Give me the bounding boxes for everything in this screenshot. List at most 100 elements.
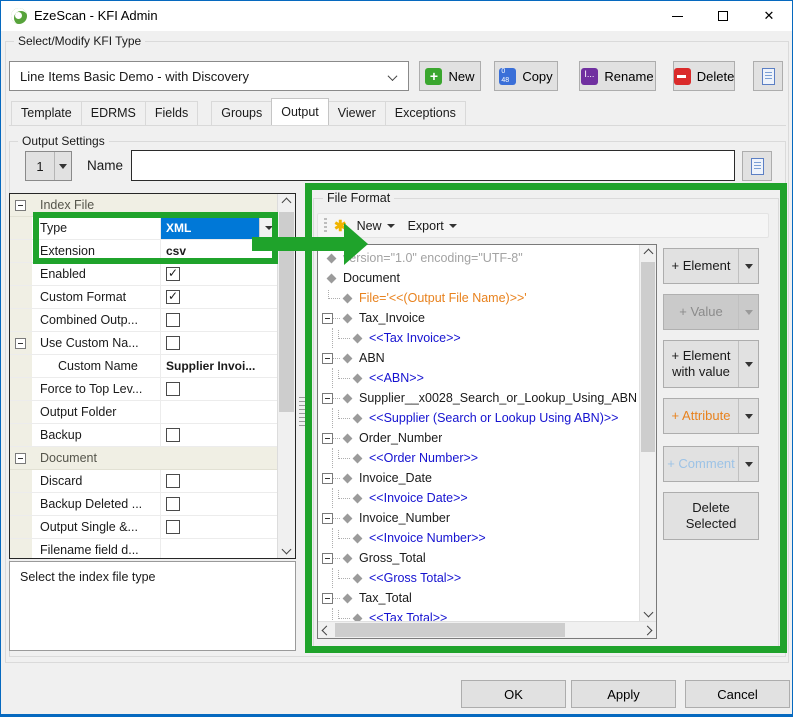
scroll-up-icon[interactable] bbox=[278, 194, 295, 211]
property-row-backup-deleted[interactable]: Backup Deleted ... bbox=[10, 493, 277, 516]
new-kfi-button[interactable]: New bbox=[419, 61, 481, 91]
cancel-button[interactable]: Cancel bbox=[685, 680, 790, 708]
ok-button[interactable]: OK bbox=[461, 680, 566, 708]
kfi-type-dropdown[interactable]: Line Items Basic Demo - with Discovery bbox=[9, 61, 409, 91]
tree-node-abn[interactable]: ABN bbox=[322, 348, 638, 368]
property-value[interactable] bbox=[160, 332, 277, 354]
tree-node-tax-total[interactable]: Tax_Total bbox=[322, 588, 638, 608]
tree-node-invoice-date[interactable]: Invoice_Date bbox=[322, 468, 638, 488]
collapse-icon[interactable] bbox=[15, 453, 26, 464]
property-row-combined-outp[interactable]: Combined Outp... bbox=[10, 309, 277, 332]
property-value[interactable] bbox=[160, 516, 277, 538]
copy-kfi-button[interactable]: Copy bbox=[494, 61, 558, 91]
tree-export-menu-button[interactable]: Export bbox=[405, 217, 460, 235]
scrollbar-thumb[interactable] bbox=[279, 212, 294, 412]
property-value[interactable] bbox=[160, 539, 277, 559]
tree-node-document[interactable]: Document bbox=[322, 268, 638, 288]
panel-splitter-grip[interactable] bbox=[299, 397, 307, 429]
property-value[interactable]: csv bbox=[160, 240, 277, 262]
tree-node-order-number[interactable]: Order_Number bbox=[322, 428, 638, 448]
property-row-custom-format[interactable]: Custom Format bbox=[10, 286, 277, 309]
property-row-output-folder[interactable]: Output Folder bbox=[10, 401, 277, 424]
rename-kfi-button[interactable]: Rename bbox=[579, 61, 656, 91]
tree-node-gross-total[interactable]: Gross_Total bbox=[322, 548, 638, 568]
element-with-value-button[interactable]: + Element with value bbox=[663, 340, 759, 388]
name-input[interactable] bbox=[131, 150, 735, 181]
checkbox-unchecked[interactable] bbox=[166, 428, 180, 442]
property-section-index-file[interactable]: Index File bbox=[10, 194, 277, 217]
property-value[interactable] bbox=[160, 493, 277, 515]
scrollbar-thumb[interactable] bbox=[335, 623, 565, 637]
tab-exceptions[interactable]: Exceptions bbox=[385, 101, 466, 125]
scroll-left-icon[interactable] bbox=[318, 622, 335, 638]
property-row-enabled[interactable]: Enabled bbox=[10, 263, 277, 286]
tree-node-order-number[interactable]: <<Order Number>> bbox=[322, 448, 638, 468]
collapse-icon[interactable] bbox=[322, 593, 333, 604]
kfi-notes-button[interactable] bbox=[753, 61, 783, 91]
collapse-icon[interactable] bbox=[322, 313, 333, 324]
scroll-right-icon[interactable] bbox=[639, 622, 656, 638]
collapse-icon[interactable] bbox=[15, 338, 26, 349]
tree-node-file-output-file-name[interactable]: File='<<(Output File Name)>>' bbox=[322, 288, 638, 308]
property-row-type[interactable]: TypeXML bbox=[10, 217, 277, 240]
property-grid-scrollbar[interactable] bbox=[277, 194, 295, 558]
collapse-icon[interactable] bbox=[15, 200, 26, 211]
collapse-icon[interactable] bbox=[322, 513, 333, 524]
delete-selected-button[interactable]: Delete Selected bbox=[663, 492, 759, 540]
collapse-icon[interactable] bbox=[322, 473, 333, 484]
tree-node-version-1-0-encoding-utf-8[interactable]: version="1.0" encoding="UTF-8" bbox=[322, 248, 638, 268]
output-number-dropdown[interactable]: 1 bbox=[25, 151, 72, 181]
property-row-discard[interactable]: Discard bbox=[10, 470, 277, 493]
button-dropdown-part[interactable] bbox=[738, 249, 758, 283]
checkbox-unchecked[interactable] bbox=[166, 313, 180, 327]
scroll-down-icon[interactable] bbox=[640, 604, 656, 621]
property-row-filename-field-d[interactable]: Filename field d... bbox=[10, 539, 277, 559]
tree-vertical-scrollbar[interactable] bbox=[639, 245, 656, 621]
checkbox-unchecked[interactable] bbox=[166, 497, 180, 511]
scroll-down-icon[interactable] bbox=[278, 541, 295, 558]
property-row-output-single[interactable]: Output Single &... bbox=[10, 516, 277, 539]
value-dropdown-button[interactable] bbox=[259, 217, 277, 239]
property-row-use-custom-na[interactable]: Use Custom Na... bbox=[10, 332, 277, 355]
tree-node-supplier-search-or-lookup-usin[interactable]: <<Supplier (Search or Lookup Using ABN)>… bbox=[322, 408, 638, 428]
close-button[interactable]: ✕ bbox=[746, 1, 792, 31]
tree-new-menu-button[interactable]: New bbox=[354, 217, 398, 235]
property-value[interactable] bbox=[160, 424, 277, 446]
property-row-force-to-top-lev[interactable]: Force to Top Lev... bbox=[10, 378, 277, 401]
checkbox-unchecked[interactable] bbox=[166, 474, 180, 488]
button-dropdown-part[interactable] bbox=[738, 447, 758, 481]
attribute-button[interactable]: + Attribute bbox=[663, 398, 759, 434]
maximize-button[interactable] bbox=[700, 1, 746, 31]
tab-output[interactable]: Output bbox=[271, 98, 329, 125]
element-button[interactable]: + Element bbox=[663, 248, 759, 284]
property-value[interactable] bbox=[160, 309, 277, 331]
collapse-icon[interactable] bbox=[322, 393, 333, 404]
checkbox-unchecked[interactable] bbox=[166, 382, 180, 396]
delete-kfi-button[interactable]: Delete bbox=[673, 61, 735, 91]
checkbox-unchecked[interactable] bbox=[166, 336, 180, 350]
tab-template[interactable]: Template bbox=[11, 101, 82, 125]
tree-node-invoice-date[interactable]: <<Invoice Date>> bbox=[322, 488, 638, 508]
apply-button[interactable]: Apply bbox=[571, 680, 676, 708]
tree-node-gross-total[interactable]: <<Gross Total>> bbox=[322, 568, 638, 588]
tab-viewer[interactable]: Viewer bbox=[328, 101, 386, 125]
checkbox-checked[interactable] bbox=[166, 290, 180, 304]
scroll-up-icon[interactable] bbox=[640, 245, 656, 262]
tree-node-abn[interactable]: <<ABN>> bbox=[322, 368, 638, 388]
property-value[interactable]: Supplier Invoi... bbox=[160, 355, 277, 377]
tree-node-supplier-x0028-search-or-looku[interactable]: Supplier__x0028_Search_or_Lookup_Using_A… bbox=[322, 388, 638, 408]
collapse-icon[interactable] bbox=[322, 433, 333, 444]
scrollbar-thumb[interactable] bbox=[641, 262, 655, 452]
collapse-icon[interactable] bbox=[322, 553, 333, 564]
property-row-custom-name[interactable]: Custom NameSupplier Invoi... bbox=[10, 355, 277, 378]
checkbox-unchecked[interactable] bbox=[166, 520, 180, 534]
property-section-document[interactable]: Document bbox=[10, 447, 277, 470]
tab-fields[interactable]: Fields bbox=[145, 101, 198, 125]
button-dropdown-part[interactable] bbox=[738, 399, 758, 433]
property-value[interactable] bbox=[160, 286, 277, 308]
property-row-extension[interactable]: Extensioncsv bbox=[10, 240, 277, 263]
property-value[interactable] bbox=[160, 378, 277, 400]
tree-horizontal-scrollbar[interactable] bbox=[318, 621, 656, 638]
minimize-button[interactable] bbox=[654, 1, 700, 31]
tab-edrms[interactable]: EDRMS bbox=[81, 101, 146, 125]
